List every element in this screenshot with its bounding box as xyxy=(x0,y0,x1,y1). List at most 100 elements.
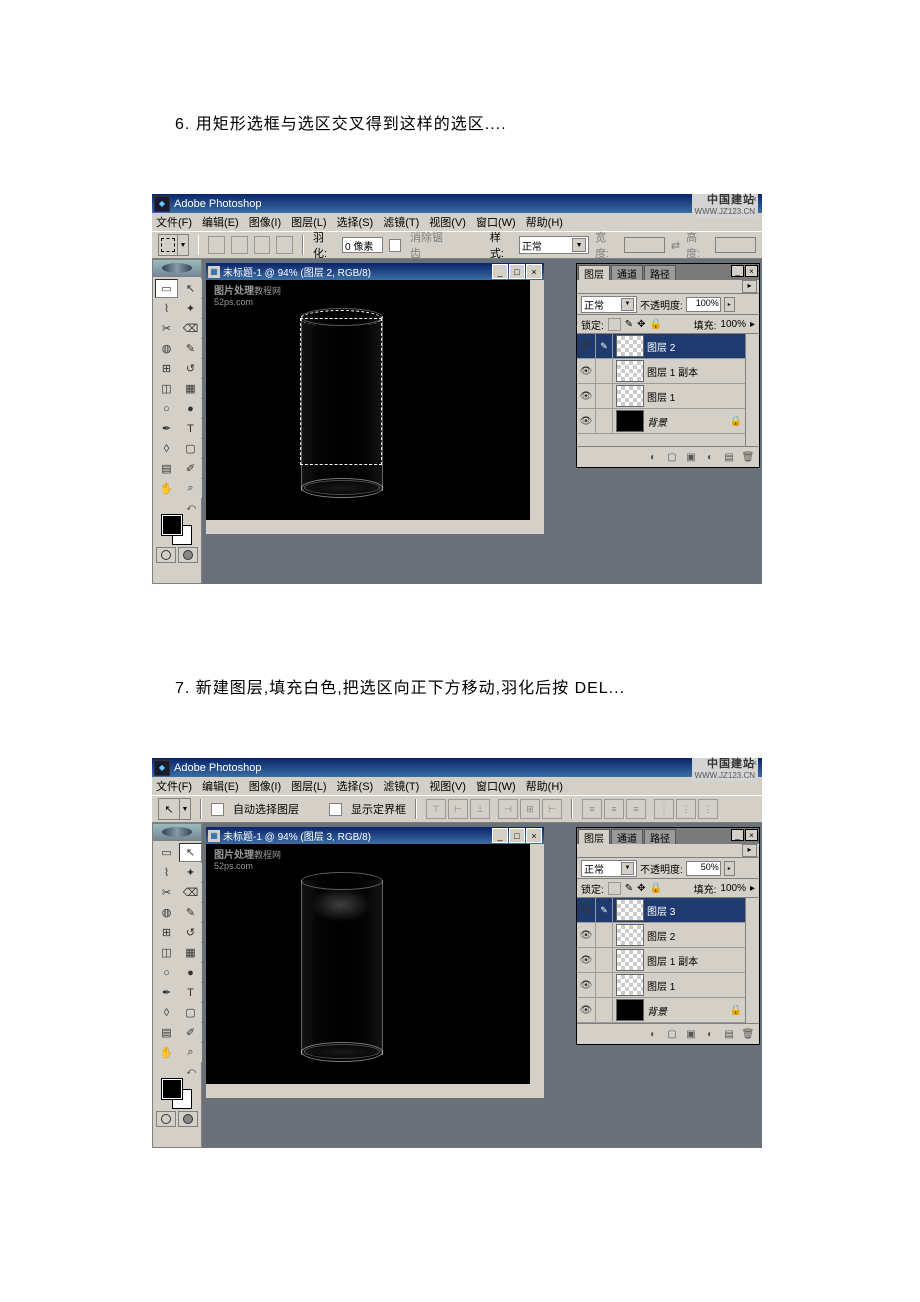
adjustment-icon[interactable]: ◐ xyxy=(703,450,717,464)
dodge-tool-icon[interactable]: ● xyxy=(179,963,202,982)
visibility-icon[interactable]: 👁 xyxy=(577,998,596,1022)
mask-icon[interactable]: ▢ xyxy=(665,450,679,464)
align-top-icon[interactable]: ⊤ xyxy=(426,799,446,819)
blend-mode-select[interactable]: 正常▼ xyxy=(581,860,637,877)
layer-row[interactable]: 👁✎图层 3 xyxy=(577,898,759,923)
tab-channels[interactable]: 通道 xyxy=(611,829,643,844)
lasso-tool-icon[interactable]: ⌇ xyxy=(155,863,178,882)
history-brush-icon[interactable]: ↺ xyxy=(179,923,202,942)
visibility-icon[interactable]: 👁 xyxy=(577,923,596,947)
lock-all-icon[interactable]: 🔒 xyxy=(650,319,662,330)
brush-tool-icon[interactable]: ✎ xyxy=(179,903,202,922)
fg-bg-colors[interactable] xyxy=(162,1079,192,1109)
show-bounds-checkbox[interactable] xyxy=(329,803,342,816)
menu-layer[interactable]: 图层(L) xyxy=(291,778,326,794)
move-tool-icon[interactable]: ↖ xyxy=(179,279,202,298)
tool-preset-dropdown[interactable]: ▼ xyxy=(179,798,191,820)
tool-preset-dropdown[interactable]: ▼ xyxy=(177,234,188,256)
fill-input[interactable]: 100% xyxy=(720,883,746,894)
auto-select-checkbox[interactable] xyxy=(211,803,224,816)
link-icon[interactable]: ✎ xyxy=(596,334,613,358)
visibility-icon[interactable]: 👁 xyxy=(577,384,596,408)
stamp-tool-icon[interactable]: ⊞ xyxy=(155,359,178,378)
layer-row[interactable]: 👁背景🔒 xyxy=(577,409,759,434)
shape-tool-icon[interactable]: ▢ xyxy=(179,1003,202,1022)
gradient-tool-icon[interactable]: ▦ xyxy=(179,379,202,398)
stamp-tool-icon[interactable]: ⊞ xyxy=(155,923,178,942)
slice-tool-icon[interactable]: ⌫ xyxy=(179,883,202,902)
layer-row[interactable]: 👁图层 1 副本 xyxy=(577,948,759,973)
fill-slider-icon[interactable]: ▸ xyxy=(750,319,755,330)
link-icon[interactable] xyxy=(596,384,613,408)
fg-bg-colors[interactable] xyxy=(162,515,192,545)
tab-paths[interactable]: 路径 xyxy=(644,265,676,280)
quickmask-mode-icon[interactable] xyxy=(178,547,198,563)
dist-top-icon[interactable]: ≡ xyxy=(582,799,602,819)
lock-all-icon[interactable]: 🔒 xyxy=(650,883,662,894)
new-selection-icon[interactable] xyxy=(208,236,225,254)
visibility-icon[interactable]: 👁 xyxy=(577,898,596,922)
intersect-selection-icon[interactable] xyxy=(276,236,293,254)
document-titlebar[interactable]: ▦ 未标题-1 @ 94% (图层 2, RGB/8) _ □ × xyxy=(206,263,544,280)
path-tool-icon[interactable]: ✒ xyxy=(155,419,178,438)
menu-edit[interactable]: 编辑(E) xyxy=(202,778,239,794)
gradient-tool-icon[interactable]: ▦ xyxy=(179,943,202,962)
eraser-tool-icon[interactable]: ◫ xyxy=(155,943,178,962)
tab-paths[interactable]: 路径 xyxy=(644,829,676,844)
marquee-tool-icon[interactable]: ▭ xyxy=(155,843,178,862)
hand-tool-icon[interactable]: ✋ xyxy=(155,1043,178,1062)
menu-window[interactable]: 窗口(W) xyxy=(476,214,516,230)
menu-edit[interactable]: 编辑(E) xyxy=(202,214,239,230)
folder-icon[interactable]: ▣ xyxy=(684,1027,698,1041)
current-tool-icon[interactable]: ↖ xyxy=(158,798,180,820)
dodge-tool-icon[interactable]: ● xyxy=(179,399,202,418)
lock-position-icon[interactable]: ✥ xyxy=(637,319,645,330)
lock-trans-icon[interactable] xyxy=(608,318,621,331)
align-left-icon[interactable]: ⊣ xyxy=(498,799,518,819)
heal-tool-icon[interactable]: ◍ xyxy=(155,339,178,358)
layer-row[interactable]: 👁图层 1 副本 xyxy=(577,359,759,384)
swap-colors-icon[interactable]: ⤺ xyxy=(186,502,196,513)
brush-tool-icon[interactable]: ✎ xyxy=(179,339,202,358)
new-layer-icon[interactable]: ▤ xyxy=(722,450,736,464)
fx-icon[interactable]: ◐ xyxy=(646,1027,660,1041)
visibility-icon[interactable]: 👁 xyxy=(577,948,596,972)
lock-position-icon[interactable]: ✥ xyxy=(637,883,645,894)
blur-tool-icon[interactable]: ○ xyxy=(155,399,178,418)
canvas[interactable]: 图片处理教程网 52ps.com xyxy=(206,844,544,1098)
layer-row[interactable]: 👁背景🔒 xyxy=(577,998,759,1023)
opacity-slider-icon[interactable]: ▸ xyxy=(724,861,735,876)
pen-tool-icon[interactable]: ◊ xyxy=(155,439,178,458)
eyedropper-tool-icon[interactable]: ✐ xyxy=(179,1023,202,1042)
fill-slider-icon[interactable]: ▸ xyxy=(750,883,755,894)
panel-min-icon[interactable]: _ xyxy=(731,829,744,841)
fx-icon[interactable]: ◐ xyxy=(646,450,660,464)
panel-close-icon[interactable]: × xyxy=(745,829,758,841)
visibility-icon[interactable]: 👁 xyxy=(577,973,596,997)
slice-tool-icon[interactable]: ⌫ xyxy=(179,319,202,338)
tab-channels[interactable]: 通道 xyxy=(611,265,643,280)
crop-tool-icon[interactable]: ✂ xyxy=(155,319,178,338)
link-icon[interactable] xyxy=(596,923,613,947)
align-hcenter-icon[interactable]: ⊞ xyxy=(520,799,540,819)
menu-file[interactable]: 文件(F) xyxy=(156,214,192,230)
dist-hcenter-icon[interactable]: ⋮ xyxy=(676,799,696,819)
minimize-icon[interactable]: _ xyxy=(492,828,508,843)
mask-icon[interactable]: ▢ xyxy=(665,1027,679,1041)
current-tool-icon[interactable] xyxy=(158,234,178,256)
style-select[interactable]: 正常▼ xyxy=(519,236,589,254)
menu-window[interactable]: 窗口(W) xyxy=(476,778,516,794)
tab-layers[interactable]: 图层 xyxy=(578,265,610,280)
menu-select[interactable]: 选择(S) xyxy=(337,778,374,794)
subtract-selection-icon[interactable] xyxy=(254,236,271,254)
fill-input[interactable]: 100% xyxy=(720,319,746,330)
link-icon[interactable] xyxy=(596,359,613,383)
eraser-tool-icon[interactable]: ◫ xyxy=(155,379,178,398)
blend-mode-select[interactable]: 正常▼ xyxy=(581,296,637,313)
tab-layers[interactable]: 图层 xyxy=(578,829,610,844)
menu-file[interactable]: 文件(F) xyxy=(156,778,192,794)
crop-tool-icon[interactable]: ✂ xyxy=(155,883,178,902)
document-titlebar[interactable]: ▦ 未标题-1 @ 94% (图层 3, RGB/8) _ □ × xyxy=(206,827,544,844)
align-bottom-icon[interactable]: ⊥ xyxy=(470,799,490,819)
link-icon[interactable] xyxy=(596,998,613,1022)
